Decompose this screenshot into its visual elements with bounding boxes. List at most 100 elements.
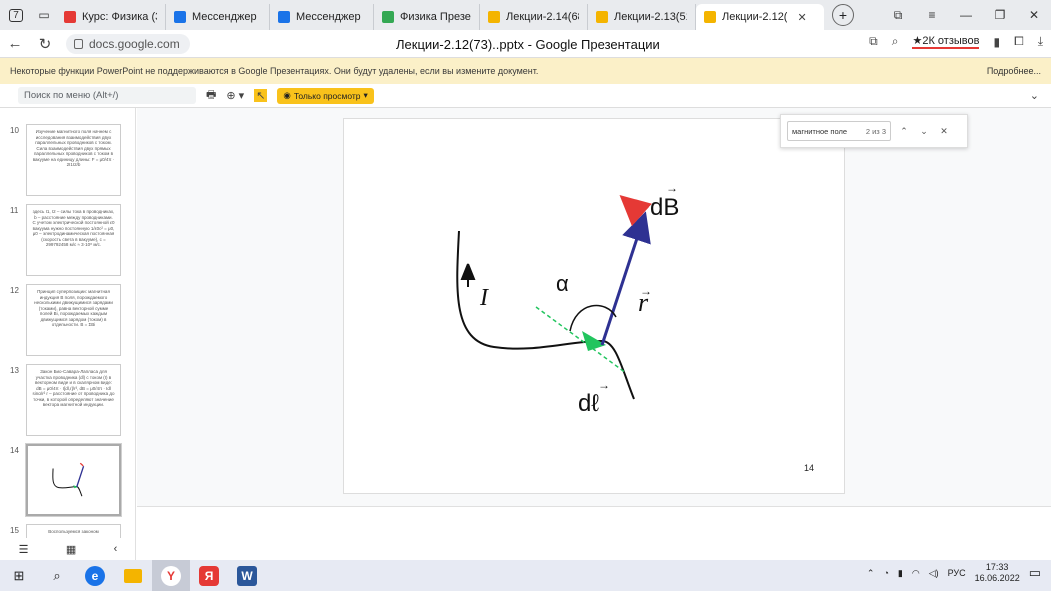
slide-thumbnail-number: 13: [10, 366, 19, 375]
vector-bar-r: →: [640, 284, 652, 298]
download-icon[interactable]: ⤓: [1038, 34, 1043, 49]
network-icon[interactable]: ◔: [883, 568, 888, 578]
slide-thumbnail-text: Изучение магнитного поля начнем с исслед…: [32, 129, 115, 167]
slide-thumbnail[interactable]: Изучение магнитного поля начнем с исслед…: [26, 124, 121, 196]
lock-icon: [74, 38, 83, 49]
find-count: 2 из 3: [865, 127, 886, 136]
extensions-icon[interactable]: ⧠: [1014, 34, 1024, 49]
filmstrip-footer: ☰ ▦ ‹: [0, 538, 135, 560]
slide-thumbnail[interactable]: Принцип суперпозиции: магнитная индукция…: [26, 284, 121, 356]
thumbnail-diagram: [52, 462, 85, 497]
yandex-icon[interactable]: Я: [190, 560, 228, 591]
notifications-icon[interactable]: ▭: [1029, 565, 1041, 581]
current-slide: dB → I α r → dℓ → 14: [343, 118, 845, 494]
chevron-down-icon: ▾: [363, 90, 368, 100]
windows-start-icon[interactable]: ⊞: [0, 560, 38, 591]
collapse-panel-icon[interactable]: ‹: [114, 543, 118, 555]
wifi-icon[interactable]: ◠: [912, 568, 920, 579]
file-explorer-icon[interactable]: [114, 560, 152, 591]
zoom-icon[interactable]: ⊕ ▾: [226, 89, 244, 102]
current-arrow: [460, 263, 476, 287]
tab-favicon-icon: [174, 11, 186, 23]
tab-label: Физика Презент: [400, 11, 471, 23]
find-close-icon[interactable]: ✕: [937, 126, 951, 137]
dB-vector: [619, 195, 652, 227]
yandex-browser-icon[interactable]: Y: [152, 560, 190, 591]
label-dl: dℓ: [578, 390, 599, 417]
vector-bar-dl: →: [598, 378, 610, 392]
slide-thumbnail-row[interactable]: 11 здесь I1, I2 – силы тока в проводниках…: [0, 204, 135, 280]
tray-expand-icon[interactable]: ⌃: [867, 568, 875, 579]
translate-icon[interactable]: ⧉: [869, 34, 878, 49]
browser-tab[interactable]: Мессенджер: [270, 4, 374, 30]
tab-favicon-icon: [488, 11, 500, 23]
clock[interactable]: 17:33 16.06.2022: [975, 562, 1020, 584]
select-cursor-icon[interactable]: ↖: [254, 89, 268, 102]
grid-view-icon[interactable]: ▦: [66, 543, 76, 556]
tab-counter-icon[interactable]: 7: [4, 4, 28, 26]
browser-tab[interactable]: Курс: Физика (3: [56, 4, 166, 30]
tab-bar: 7 ▭ Курс: Физика (3 Мессенджер Мессенджер Ф…: [0, 0, 1051, 30]
minimize-button[interactable]: —: [949, 8, 983, 22]
bookmark-icon[interactable]: ▮: [993, 35, 1000, 49]
volume-icon[interactable]: ◁): [929, 568, 939, 579]
slide-thumbnail-number: 14: [10, 446, 19, 455]
tab-label: Лекции-2.14(68: [506, 11, 579, 23]
language-indicator[interactable]: РУС: [948, 568, 966, 578]
slide-thumbnail-row[interactable]: 13 Закон Био-Савара-Лапласа для участка п…: [0, 364, 135, 440]
print-icon[interactable]: 🖶: [206, 86, 216, 105]
close-tab-icon[interactable]: ✕: [797, 11, 806, 24]
vector-bar-dB: →: [666, 181, 678, 195]
slide-thumbnail[interactable]: Закон Био-Савара-Лапласа для участка про…: [26, 364, 121, 436]
collections-icon[interactable]: ⧉: [881, 8, 915, 23]
reload-button[interactable]: ↻: [30, 35, 60, 53]
url-field[interactable]: docs.google.com: [66, 33, 190, 54]
slide-thumbnail[interactable]: здесь I1, I2 – силы тока в проводниках, …: [26, 204, 121, 276]
search-icon[interactable]: ⌕: [38, 560, 76, 591]
slide-thumbnail-number: 10: [10, 126, 19, 135]
word-icon[interactable]: W: [228, 560, 266, 591]
speaker-notes[interactable]: [137, 506, 1051, 560]
browser-tab[interactable]: Физика Презент: [374, 4, 480, 30]
find-query: магнитное поле: [792, 127, 848, 136]
browser-tab[interactable]: Лекции-2.13(51: [588, 4, 696, 30]
clock-date: 16.06.2022: [974, 573, 1020, 583]
browser-tab[interactable]: Мессенджер: [166, 4, 270, 30]
list-view-icon[interactable]: ☰: [19, 543, 29, 556]
menu-icon[interactable]: ≡: [915, 8, 949, 22]
close-window-button[interactable]: ✕: [1017, 8, 1051, 22]
tab-label: Лекции-2.12(: [722, 11, 788, 23]
browser-tab[interactable]: Лекции-2.12( ✕: [696, 4, 824, 30]
label-I: I: [479, 285, 489, 311]
view-only-label: Только просмотр: [293, 90, 361, 101]
tab-favicon-icon: [278, 11, 290, 23]
collapse-chevron-icon[interactable]: ⌄: [1030, 89, 1039, 102]
search-page-icon[interactable]: ⌕: [892, 34, 899, 49]
slide-thumbnail[interactable]: [26, 444, 121, 516]
more-link[interactable]: Подробнее...: [987, 66, 1041, 76]
new-tab-button[interactable]: +: [832, 4, 854, 26]
reviews-link[interactable]: ★2К отзывов: [912, 34, 980, 49]
mic-icon[interactable]: ▮: [898, 568, 903, 579]
menu-search-input[interactable]: Поиск по меню (Alt+/): [18, 87, 196, 104]
find-next-icon[interactable]: ⌄: [917, 126, 931, 137]
address-bar: ← ↻ docs.google.com Лекции-2.12(73)..ppt…: [0, 30, 1051, 58]
find-input[interactable]: магнитное поле 2 из 3: [787, 121, 891, 141]
unsupported-features-banner: Некоторые функции PowerPoint не поддержи…: [0, 58, 1051, 84]
slide-thumbnail-row[interactable]: 14: [0, 444, 135, 520]
back-button[interactable]: ←: [0, 35, 30, 52]
slide-thumbnail-row[interactable]: 12 Принцип суперпозиции: магнитная индукц…: [0, 284, 135, 360]
view-only-button[interactable]: ◉ Только просмотр ▾: [277, 87, 374, 104]
slide-thumbnail-number: 15: [10, 526, 19, 535]
find-prev-icon[interactable]: ⌃: [897, 126, 911, 137]
slide-number: 14: [804, 463, 815, 473]
slide-thumbnail-row[interactable]: 10 Изучение магнитного поля начнем с иссл…: [0, 124, 135, 200]
folder-tab-icon[interactable]: ▭: [32, 4, 56, 26]
slide-thumbnail-number: 12: [10, 286, 19, 295]
browser-tab[interactable]: Лекции-2.14(68: [480, 4, 588, 30]
restore-button[interactable]: ❐: [983, 8, 1017, 22]
label-dB: dB: [650, 194, 679, 221]
warning-text: Некоторые функции PowerPoint не поддержи…: [10, 66, 539, 76]
edge-icon[interactable]: e: [76, 560, 114, 591]
windows-taskbar: ⊞ ⌕ e Y Я W ⌃ ◔ ▮ ◠ ◁) РУС 17:33 16.06.2…: [0, 560, 1051, 591]
